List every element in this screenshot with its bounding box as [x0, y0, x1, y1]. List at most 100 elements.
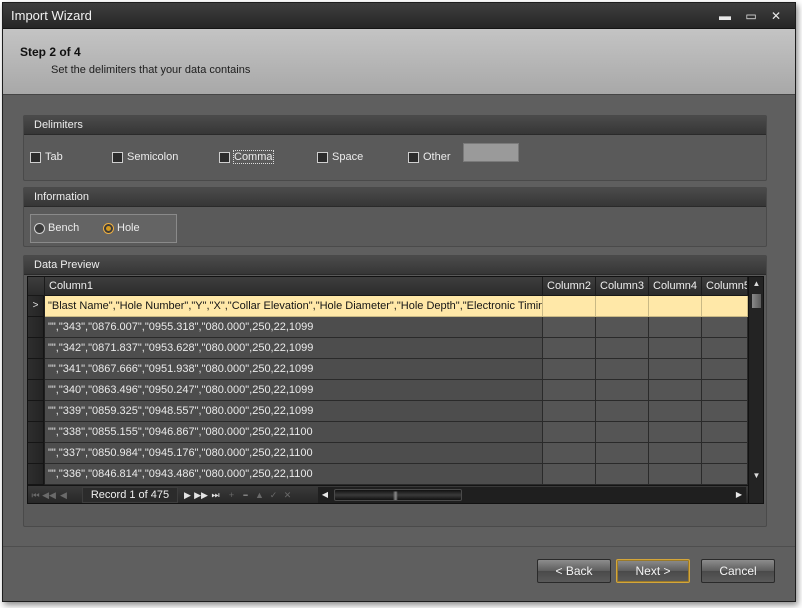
comma-checkbox-label[interactable]: Comma [233, 150, 274, 164]
cancel-button[interactable]: Cancel [701, 559, 775, 583]
table-cell-column1[interactable]: "","338","0855.155","0946.867","080.000"… [45, 422, 543, 443]
row-indicator[interactable] [28, 422, 44, 443]
space-checkbox-label[interactable]: Space [332, 151, 363, 163]
column-header-3[interactable]: Column3 [596, 277, 649, 296]
table-cell-column3[interactable] [596, 317, 649, 338]
space-checkbox[interactable]: Space [317, 151, 363, 163]
column-header-2[interactable]: Column2 [543, 277, 596, 296]
tab-checkbox[interactable]: Tab [30, 151, 63, 163]
table-cell-column5[interactable] [702, 296, 748, 317]
end-edit-icon[interactable]: ✓ [268, 488, 279, 502]
vertical-scroll-thumb[interactable] [751, 293, 762, 309]
row-indicator[interactable] [28, 338, 44, 359]
semicolon-checkbox-label[interactable]: Semicolon [127, 151, 178, 163]
prev-record-icon[interactable]: ◀ [58, 488, 69, 502]
table-cell-column2[interactable] [543, 359, 596, 380]
table-row[interactable]: "","343","0876.007","0955.318","080.000"… [28, 317, 748, 338]
semicolon-checkbox[interactable]: Semicolon [112, 151, 178, 163]
table-row[interactable]: "","341","0867.666","0951.938","080.000"… [28, 359, 748, 380]
column-header-1[interactable]: Column1 [45, 277, 543, 296]
last-record-icon[interactable]: ⏭ [210, 488, 221, 502]
table-cell-column3[interactable] [596, 338, 649, 359]
table-row[interactable]: "","342","0871.837","0953.628","080.000"… [28, 338, 748, 359]
table-cell-column5[interactable] [702, 464, 748, 485]
table-cell-column4[interactable] [649, 401, 702, 422]
close-button[interactable]: ✕ [768, 8, 784, 24]
table-row[interactable]: "","336","0846.814","0943.486","080.000"… [28, 464, 748, 485]
table-cell-column5[interactable] [702, 401, 748, 422]
next-page-icon[interactable]: ▶▶ [194, 488, 208, 502]
data-preview-grid[interactable]: Column1 Column2 Column3 Column4 Column5 … [27, 276, 764, 504]
horizontal-scroll-thumb[interactable]: ||| [334, 489, 462, 501]
horizontal-scrollbar[interactable]: ◀ ||| ▶ [318, 487, 746, 503]
hole-radio-dot[interactable] [103, 222, 114, 234]
other-checkbox[interactable]: Other [408, 151, 451, 163]
comma-checkbox-box[interactable] [219, 151, 230, 163]
other-delimiter-input[interactable] [463, 143, 519, 162]
space-checkbox-box[interactable] [317, 151, 328, 163]
table-row[interactable]: > "Blast Name","Hole Number","Y","X","Col… [28, 296, 748, 317]
next-record-icon[interactable]: ▶ [182, 488, 193, 502]
table-cell-column2[interactable] [543, 338, 596, 359]
table-cell-column1[interactable]: "","340","0863.496","0950.247","080.000"… [45, 380, 543, 401]
column-header-4[interactable]: Column4 [649, 277, 702, 296]
table-cell-column1[interactable]: "","337","0850.984","0945.176","080.000"… [45, 443, 543, 464]
table-cell-column3[interactable] [596, 359, 649, 380]
table-cell-column3[interactable] [596, 296, 649, 317]
maximize-button[interactable]: ▭ [743, 8, 759, 24]
table-cell-column1[interactable]: "Blast Name","Hole Number","Y","X","Coll… [45, 296, 543, 317]
table-cell-column5[interactable] [702, 317, 748, 338]
delete-record-icon[interactable]: − [240, 488, 251, 502]
table-cell-column1[interactable]: "","336","0846.814","0943.486","080.000"… [45, 464, 543, 485]
bench-radio-dot[interactable] [34, 222, 45, 234]
table-cell-column2[interactable] [543, 443, 596, 464]
table-cell-column5[interactable] [702, 422, 748, 443]
hole-radio-label[interactable]: Hole [117, 222, 140, 234]
add-record-icon[interactable]: + [226, 488, 237, 502]
scroll-down-icon[interactable]: ▼ [749, 469, 763, 483]
table-cell-column2[interactable] [543, 380, 596, 401]
bench-radio-label[interactable]: Bench [48, 222, 79, 234]
table-cell-column5[interactable] [702, 359, 748, 380]
table-cell-column4[interactable] [649, 317, 702, 338]
next-button[interactable]: Next > [616, 559, 690, 583]
table-cell-column1[interactable]: "","342","0871.837","0953.628","080.000"… [45, 338, 543, 359]
table-cell-column1[interactable]: "","341","0867.666","0951.938","080.000"… [45, 359, 543, 380]
table-cell-column4[interactable] [649, 443, 702, 464]
scroll-up-icon[interactable]: ▲ [749, 277, 763, 291]
other-checkbox-label[interactable]: Other [423, 151, 451, 163]
table-row[interactable]: "","338","0855.155","0946.867","080.000"… [28, 422, 748, 443]
table-row[interactable]: "","340","0863.496","0950.247","080.000"… [28, 380, 748, 401]
table-cell-column4[interactable] [649, 464, 702, 485]
row-indicator[interactable] [28, 359, 44, 380]
vertical-scrollbar[interactable]: ▲ ▼ [748, 277, 763, 503]
table-cell-column4[interactable] [649, 380, 702, 401]
other-checkbox-box[interactable] [408, 151, 419, 163]
column-header-5[interactable]: Column5 [702, 277, 748, 296]
table-cell-column1[interactable]: "","343","0876.007","0955.318","080.000"… [45, 317, 543, 338]
row-indicator[interactable]: > [28, 296, 44, 317]
table-cell-column3[interactable] [596, 443, 649, 464]
bench-radio[interactable]: Bench [34, 222, 79, 234]
comma-checkbox[interactable]: Comma [219, 150, 274, 164]
table-cell-column5[interactable] [702, 443, 748, 464]
table-cell-column5[interactable] [702, 380, 748, 401]
table-cell-column4[interactable] [649, 338, 702, 359]
cancel-edit-icon[interactable]: ✕ [282, 488, 293, 502]
table-cell-column3[interactable] [596, 380, 649, 401]
prev-page-icon[interactable]: ◀◀ [42, 488, 56, 502]
table-row[interactable]: "","339","0859.325","0948.557","080.000"… [28, 401, 748, 422]
move-up-icon[interactable]: ▲ [254, 488, 265, 502]
table-cell-column2[interactable] [543, 296, 596, 317]
tab-checkbox-label[interactable]: Tab [45, 151, 63, 163]
table-cell-column4[interactable] [649, 422, 702, 443]
table-cell-column3[interactable] [596, 422, 649, 443]
table-cell-column4[interactable] [649, 296, 702, 317]
semicolon-checkbox-box[interactable] [112, 151, 123, 163]
title-bar[interactable]: Import Wizard ▬ ▭ ✕ [3, 3, 795, 29]
minimize-button[interactable]: ▬ [717, 8, 733, 24]
table-cell-column5[interactable] [702, 338, 748, 359]
row-indicator[interactable] [28, 401, 44, 422]
table-cell-column3[interactable] [596, 464, 649, 485]
scroll-left-icon[interactable]: ◀ [318, 487, 332, 503]
